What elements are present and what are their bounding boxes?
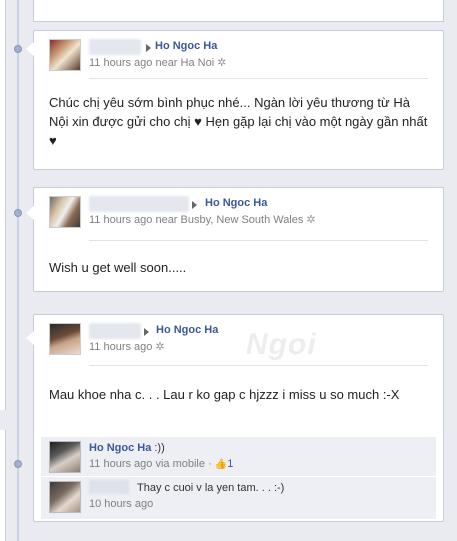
left-column-edge bbox=[0, 0, 6, 410]
post-author-link[interactable]: Ho Ngoc Ha bbox=[155, 40, 217, 52]
comment-text: :)) bbox=[154, 442, 165, 454]
post-meta: 11 hours ago near Ha Noi ✲ bbox=[89, 56, 226, 69]
left-column-edge-lower bbox=[0, 430, 6, 541]
blurred-commenter-name bbox=[89, 480, 129, 494]
blurred-poster-name bbox=[89, 196, 189, 212]
avatar[interactable] bbox=[49, 323, 81, 355]
gear-icon[interactable]: ✲ bbox=[155, 341, 164, 353]
post-header: Ho Ngoc Ha 11 hours ago ✲ bbox=[34, 315, 443, 359]
post-text: Mau khoe nha c. . . Lau r ko gap c hjzzz… bbox=[49, 387, 400, 402]
gear-icon[interactable]: ✲ bbox=[306, 214, 315, 226]
timeline-arrow bbox=[26, 331, 34, 345]
post-text: Chúc chị yêu sớm bình phục nhé... Ngàn l… bbox=[49, 95, 428, 148]
avatar[interactable] bbox=[49, 196, 81, 228]
post-author-link[interactable]: Ho Ngoc Ha bbox=[156, 324, 218, 336]
comments-section: Ho Ngoc Ha:)) 11 hours ago via mobile · … bbox=[41, 437, 436, 519]
like-count[interactable]: 👍1 bbox=[215, 458, 234, 470]
post-author-link[interactable]: Ho Ngoc Ha bbox=[205, 197, 267, 209]
avatar[interactable] bbox=[49, 39, 81, 71]
post-time[interactable]: 11 hours ago near Ha Noi bbox=[89, 57, 214, 69]
blurred-poster-name bbox=[89, 323, 141, 339]
comment-author-link[interactable]: Ho Ngoc Ha bbox=[89, 442, 151, 454]
triangle-right-icon bbox=[144, 328, 149, 336]
comment-meta: 11 hours ago via mobile · 👍1 bbox=[89, 458, 233, 470]
timeline-dot bbox=[14, 460, 22, 468]
post-header: Ho Ngoc Ha 11 hours ago near Busby, New … bbox=[34, 188, 443, 232]
timeline-dot bbox=[14, 45, 22, 53]
comment: Thay c cuoi v la yen tam. . . :-) 10 hou… bbox=[41, 477, 436, 517]
gear-icon[interactable]: ✲ bbox=[217, 57, 226, 69]
comment-text: Thay c cuoi v la yen tam. . . :-) bbox=[137, 482, 285, 494]
blurred-poster-name bbox=[89, 39, 141, 55]
comment-time[interactable]: 11 hours ago via mobile · bbox=[89, 458, 212, 470]
separator bbox=[89, 78, 428, 79]
like-count-value: 1 bbox=[227, 458, 234, 470]
comment-author: Ho Ngoc Ha:)) bbox=[89, 442, 165, 454]
timeline-dot bbox=[14, 209, 22, 217]
post-time[interactable]: 11 hours ago bbox=[89, 341, 152, 353]
post-card: Ho Ngoc Ha 11 hours ago ✲ Mau khoe nha c.… bbox=[33, 314, 444, 522]
timeline-arrow bbox=[26, 42, 34, 56]
timeline-arrow bbox=[26, 206, 34, 220]
post-meta: 11 hours ago ✲ bbox=[89, 340, 165, 353]
post-meta: 11 hours ago near Busby, New South Wales… bbox=[89, 213, 316, 226]
triangle-right-icon bbox=[146, 44, 151, 52]
comment-time[interactable]: 10 hours ago bbox=[89, 498, 153, 510]
post-time[interactable]: 11 hours ago near Busby, New South Wales bbox=[89, 214, 303, 226]
post-card: Ho Ngoc Ha 11 hours ago near Busby, New … bbox=[33, 187, 444, 292]
separator bbox=[89, 365, 428, 366]
separator bbox=[89, 240, 428, 241]
post-card: Ho Ngoc Ha 11 hours ago near Ha Noi ✲ Chú… bbox=[33, 30, 444, 170]
watermark: Ngoi bbox=[246, 328, 317, 361]
comment-meta: 10 hours ago bbox=[89, 498, 153, 510]
comment: Ho Ngoc Ha:)) 11 hours ago via mobile · … bbox=[41, 437, 436, 477]
avatar[interactable] bbox=[49, 481, 81, 513]
triangle-right-icon bbox=[192, 201, 197, 209]
post-text: Wish u get well soon..... bbox=[49, 260, 187, 275]
post-header: Ho Ngoc Ha 11 hours ago near Ha Noi ✲ bbox=[34, 31, 443, 75]
avatar[interactable] bbox=[49, 441, 81, 473]
thumbs-up-icon: 👍 bbox=[214, 459, 228, 470]
previous-post-card-bottom bbox=[33, 0, 444, 22]
